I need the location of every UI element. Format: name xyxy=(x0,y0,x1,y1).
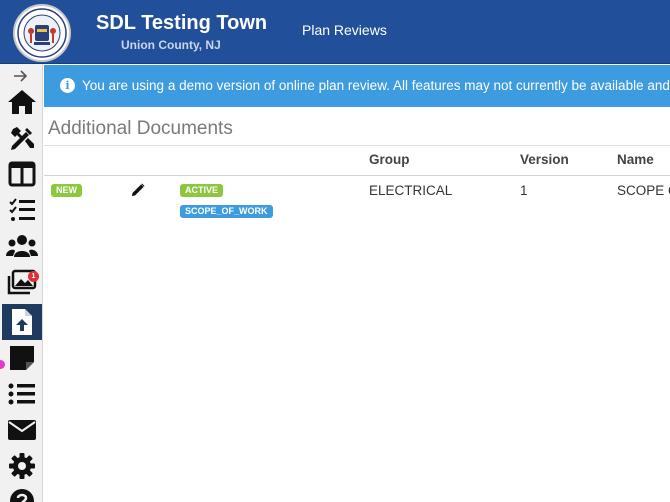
column-header-name[interactable]: Name xyxy=(617,152,654,167)
sidebar-item-list[interactable] xyxy=(2,376,42,412)
sidebar-item-users[interactable] xyxy=(2,228,42,264)
help-icon xyxy=(9,488,35,502)
sticky-note-icon xyxy=(9,345,35,371)
app-header: SDL Testing Town Union County, NJ Plan R… xyxy=(0,0,670,64)
nav-plan-reviews[interactable]: Plan Reviews xyxy=(302,22,387,38)
gear-icon xyxy=(8,452,36,480)
section-title: Additional Documents xyxy=(48,118,233,139)
cell-name[interactable]: SCOPE O xyxy=(617,183,670,198)
cell-version: 1 xyxy=(520,183,528,198)
demo-alert-text: You are using a demo version of online p… xyxy=(82,78,670,93)
divider xyxy=(44,145,670,146)
state-badge-active: ACTIVE xyxy=(180,184,224,197)
expand-sidebar-arrow-icon[interactable] xyxy=(12,68,30,84)
status-badge-new: NEW xyxy=(51,184,82,197)
type-badge-scope-of-work: SCOPE_OF_WORK xyxy=(180,205,273,218)
sidebar-item-tools[interactable] xyxy=(2,120,42,156)
table-header-divider xyxy=(44,175,670,176)
home-icon xyxy=(7,88,37,116)
envelope-icon xyxy=(7,419,37,441)
tools-icon xyxy=(8,124,36,152)
column-header-version[interactable]: Version xyxy=(520,152,569,167)
list-icon xyxy=(8,382,36,406)
sidebar-item-settings[interactable] xyxy=(2,448,42,484)
sidebar-item-home[interactable] xyxy=(2,84,42,120)
info-icon: i xyxy=(60,78,75,93)
sidebar-item-help[interactable] xyxy=(2,484,42,502)
sidebar-item-checklist[interactable] xyxy=(2,192,42,228)
pencil-icon xyxy=(130,183,146,202)
sidebar-item-upload-file[interactable] xyxy=(2,304,42,340)
images-count-badge: 1 xyxy=(28,271,39,282)
demo-alert-banner: i You are using a demo version of online… xyxy=(44,65,670,107)
users-icon xyxy=(6,234,38,258)
sidebar-item-columns[interactable] xyxy=(2,156,42,192)
edit-document-button[interactable] xyxy=(130,182,146,198)
cell-group: ELECTRICAL xyxy=(369,183,453,198)
town-name: SDL Testing Town xyxy=(96,12,268,34)
sidebar-item-images[interactable] xyxy=(2,264,42,300)
sidebar-item-messages[interactable] xyxy=(2,412,42,448)
column-header-group[interactable]: Group xyxy=(369,152,410,167)
checklist-icon xyxy=(8,197,36,223)
town-county: Union County, NJ xyxy=(121,38,221,52)
county-seal-logo xyxy=(13,4,71,62)
sidebar-item-sticky-note[interactable] xyxy=(2,340,42,376)
upload-file-icon xyxy=(11,308,33,336)
columns-icon xyxy=(8,161,36,187)
sidebar: 1 xyxy=(0,64,43,502)
